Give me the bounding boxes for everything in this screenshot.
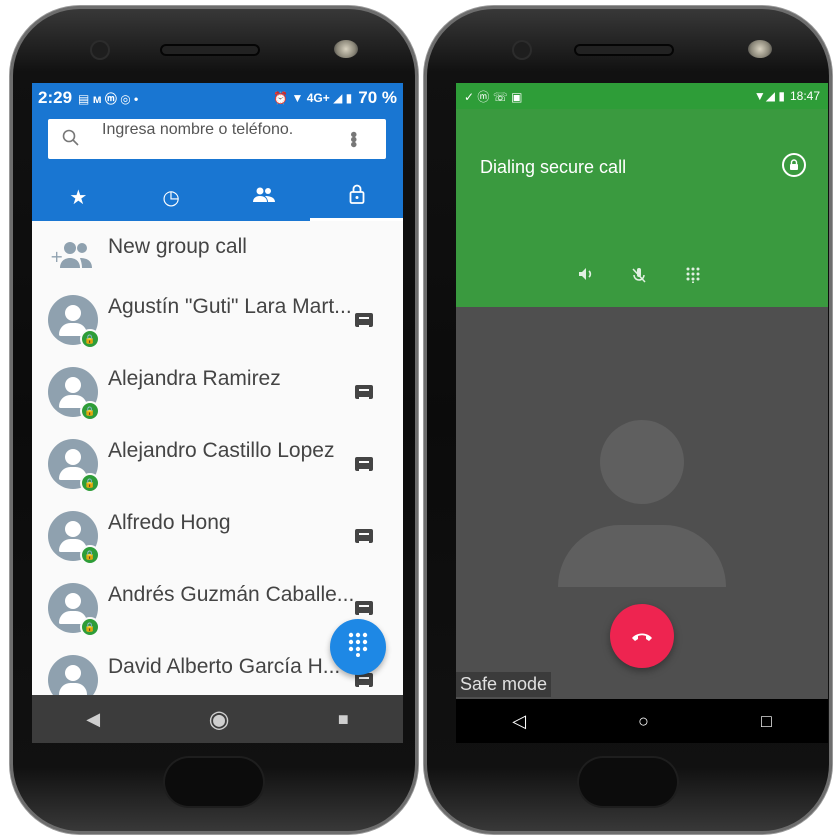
message-icon[interactable] — [353, 455, 375, 475]
contact-row[interactable]: 🔒 Alejandra Ramirez — [32, 363, 403, 435]
secure-lock-icon: 🔒 — [80, 329, 100, 349]
people-icon — [252, 186, 276, 209]
front-flash — [334, 40, 358, 58]
secure-lock-icon: 🔒 — [80, 401, 100, 421]
contact-row[interactable]: 🔒 Alfredo Hong — [32, 507, 403, 579]
navigation-bar: ◀ ◉ ■ — [32, 695, 403, 743]
message-icon[interactable] — [353, 311, 375, 331]
tab-favorites[interactable]: ★ — [32, 173, 125, 221]
app-bar: Ingresa nombre o teléfono. ••• ★ ◷ — [32, 113, 403, 221]
safe-mode-label: Safe mode — [456, 672, 552, 697]
message-icon[interactable] — [353, 527, 375, 547]
secure-lock-icon: 🔒 — [80, 545, 100, 565]
add-group-icon: + — [50, 235, 98, 275]
front-camera — [92, 42, 108, 58]
fingerprint-sensor — [579, 758, 677, 806]
fingerprint-sensor — [165, 758, 263, 806]
call-screen: ✓ ⓜ ☏ ▣ ▼◢ ▮ 18:47 Dialing secure call S… — [456, 83, 828, 743]
status-bar: ✓ ⓜ ☏ ▣ ▼◢ ▮ 18:47 — [456, 83, 828, 109]
tab-bar: ★ ◷ — [32, 173, 403, 221]
message-icon[interactable] — [353, 599, 375, 619]
back-icon[interactable]: ◁ — [512, 711, 526, 732]
clock-icon: ◷ — [162, 186, 180, 209]
dialpad-button[interactable] — [330, 619, 386, 675]
tab-secure[interactable] — [310, 173, 403, 221]
caller-avatar-body — [558, 525, 726, 587]
earpiece-speaker — [574, 44, 674, 56]
home-icon[interactable]: ○ — [638, 711, 649, 732]
recents-icon[interactable]: ■ — [338, 709, 349, 730]
recents-icon[interactable]: □ — [761, 711, 772, 732]
hang-up-icon — [630, 625, 654, 648]
secure-lock-icon: 🔒 — [80, 617, 100, 637]
lock-icon — [349, 184, 365, 210]
call-header: Dialing secure call — [456, 109, 828, 307]
back-icon[interactable]: ◀ — [86, 709, 100, 730]
message-icon[interactable] — [353, 383, 375, 403]
contacts-screen: 2:29 ▤ ᴍ ⓜ ◎ • ⏰ ▼ 4G+ ◢ ▮ 70 % Ingresa … — [32, 83, 403, 743]
secure-lock-icon: 🔒 — [80, 473, 100, 493]
tab-recents[interactable]: ◷ — [125, 173, 218, 221]
contact-row[interactable]: 🔒 Agustín "Guti" Lara Mart... — [32, 291, 403, 363]
front-flash — [748, 40, 772, 58]
home-icon[interactable]: ◉ — [209, 705, 230, 734]
caller-avatar-head — [600, 420, 684, 504]
contact-name: Alejandra Ramirez — [108, 367, 281, 390]
new-group-call-row[interactable]: + New group call — [32, 221, 403, 291]
more-options-icon[interactable]: ••• — [341, 131, 364, 146]
speaker-icon[interactable] — [578, 267, 594, 285]
system-icons: ▼◢ ▮ — [753, 89, 785, 103]
right-phone-frame: ✓ ⓜ ☏ ▣ ▼◢ ▮ 18:47 Dialing secure call S… — [424, 6, 832, 834]
search-bar[interactable]: Ingresa nombre o teléfono. ••• — [48, 119, 386, 159]
left-phone-frame: 2:29 ▤ ᴍ ⓜ ◎ • ⏰ ▼ 4G+ ◢ ▮ 70 % Ingresa … — [10, 6, 418, 834]
tab-contacts[interactable] — [218, 173, 311, 221]
notification-icons: ▤ ᴍ ⓜ ◎ • — [78, 91, 139, 106]
navigation-bar: ◁ ○ □ — [456, 699, 828, 743]
battery-percent: 70 % — [358, 88, 397, 107]
front-camera — [514, 42, 530, 58]
contact-name: Andrés Guzmán Caballe... — [108, 583, 355, 606]
status-time: 18:47 — [789, 89, 820, 103]
secure-lock-icon — [782, 153, 806, 177]
search-input[interactable]: Ingresa nombre o teléfono. — [102, 121, 322, 157]
keypad-icon[interactable] — [686, 267, 700, 287]
contact-row[interactable]: 🔒 Alejandro Castillo Lopez — [32, 435, 403, 507]
contact-name: Agustín "Guti" Lara Mart... — [108, 295, 352, 318]
call-status: Dialing secure call — [480, 157, 627, 177]
notification-icons: ✓ ⓜ ☏ ▣ — [464, 89, 523, 104]
status-bar: 2:29 ▤ ᴍ ⓜ ◎ • ⏰ ▼ 4G+ ◢ ▮ 70 % — [32, 83, 403, 113]
status-time: 2:29 — [38, 88, 73, 107]
contact-name: David Alberto García H... — [108, 655, 341, 678]
dialpad-icon — [347, 631, 369, 663]
new-group-call-label: New group call — [108, 235, 247, 258]
contact-name: Alfredo Hong — [108, 511, 231, 534]
mute-icon[interactable] — [632, 267, 646, 287]
system-icons: ⏰ ▼ 4G+ ◢ ▮ — [273, 91, 353, 105]
star-icon: ★ — [69, 186, 88, 209]
search-icon[interactable] — [62, 129, 82, 149]
end-call-button[interactable] — [610, 604, 674, 668]
earpiece-speaker — [160, 44, 260, 56]
contact-name: Alejandro Castillo Lopez — [108, 439, 335, 462]
